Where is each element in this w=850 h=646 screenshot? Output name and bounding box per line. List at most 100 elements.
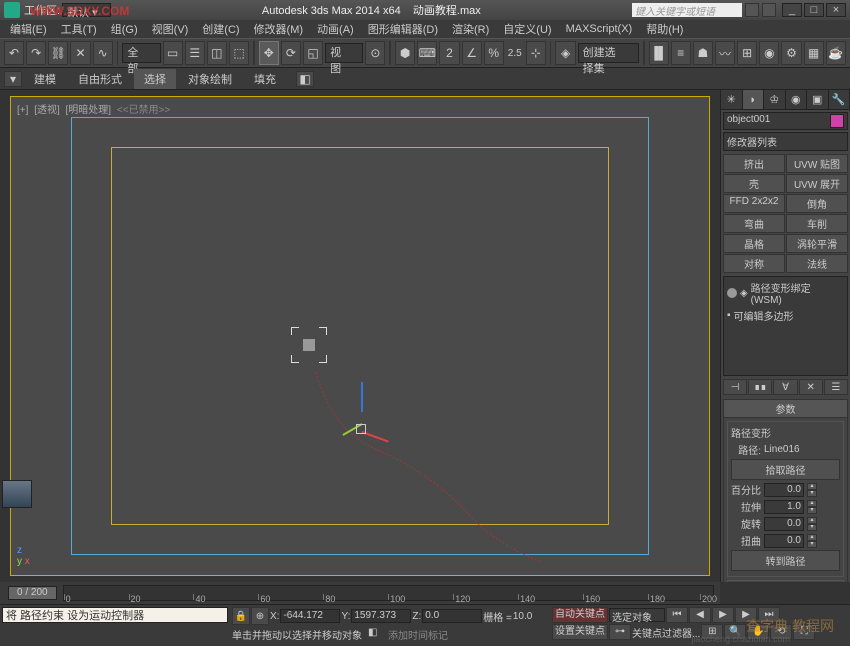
coord-x-input[interactable]: -644.172 bbox=[280, 609, 340, 623]
modifier-stack[interactable]: ◈ 路径变形绑定 (WSM) ▪ 可编辑多边形 bbox=[723, 276, 848, 376]
menu-help[interactable]: 帮助(H) bbox=[640, 20, 689, 38]
material-swatch-icon[interactable] bbox=[2, 480, 32, 508]
twist-spinner[interactable]: 0.0 bbox=[764, 534, 804, 548]
close-button[interactable]: × bbox=[826, 3, 846, 17]
help-search-input[interactable]: 键入关键字或短语 bbox=[632, 3, 742, 17]
select-region-button[interactable]: ◫ bbox=[207, 41, 227, 65]
select-move-button[interactable]: ✥ bbox=[259, 41, 279, 65]
named-selection-dropdown[interactable]: 创建选择集 bbox=[578, 43, 639, 63]
snap-toggle-button[interactable]: ⊹ bbox=[526, 41, 546, 65]
nav-orbit-icon[interactable]: ⟲ bbox=[770, 624, 792, 640]
schematic-view-button[interactable]: ⊞ bbox=[737, 41, 757, 65]
autokey-button[interactable]: 自动关键点 bbox=[552, 607, 608, 623]
select-object-button[interactable]: ▭ bbox=[163, 41, 183, 65]
mod-uvwmap-button[interactable]: UVW 贴图 bbox=[786, 154, 848, 173]
mod-unwrap-button[interactable]: UVW 展开 bbox=[786, 174, 848, 193]
nav-max-icon[interactable]: ⛶ bbox=[793, 624, 815, 640]
window-crossing-button[interactable]: ⬚ bbox=[229, 41, 249, 65]
percent-snap-button[interactable]: % bbox=[484, 41, 504, 65]
select-by-name-button[interactable]: ☰ bbox=[185, 41, 205, 65]
tab-utilities-icon[interactable]: 🔧 bbox=[829, 90, 850, 109]
pin-stack-icon[interactable]: ⊣ bbox=[723, 379, 747, 395]
menu-views[interactable]: 视图(V) bbox=[146, 20, 195, 38]
rollout-header[interactable]: 参数 bbox=[723, 399, 848, 418]
viewport-perspective[interactable]: [+] [透视] [明暗处理] <<已禁用>> zy x bbox=[10, 96, 710, 576]
tab-motion-icon[interactable]: ◉ bbox=[786, 90, 808, 109]
spinner-down-icon[interactable]: ▾ bbox=[807, 490, 817, 497]
mirror-button[interactable]: ▐▌ bbox=[649, 41, 669, 65]
unique-icon[interactable]: ∀ bbox=[773, 379, 797, 395]
star-icon[interactable] bbox=[762, 3, 776, 17]
goto-start-icon[interactable]: ⏮ bbox=[666, 607, 688, 623]
isolate-icon[interactable]: ◧ bbox=[368, 627, 382, 641]
mod-extrude-button[interactable]: 挤出 bbox=[723, 154, 785, 173]
menu-modifiers[interactable]: 修改器(M) bbox=[248, 20, 310, 38]
next-frame-icon[interactable]: ▶ bbox=[735, 607, 757, 623]
use-pivot-button[interactable]: ⊙ bbox=[365, 41, 385, 65]
tab-modify-icon[interactable]: ◗ bbox=[743, 90, 765, 109]
stack-item-editpoly[interactable]: ▪ 可编辑多边形 bbox=[726, 307, 845, 324]
menu-tools[interactable]: 工具(T) bbox=[55, 20, 103, 38]
ribbon-config-icon[interactable]: ◧ bbox=[296, 71, 314, 87]
menu-graph[interactable]: 图形编辑器(D) bbox=[362, 20, 444, 38]
tab-create-icon[interactable]: ✳ bbox=[721, 90, 743, 109]
select-rotate-button[interactable]: ⟳ bbox=[281, 41, 301, 65]
coord-y-input[interactable]: 1597.373 bbox=[351, 609, 411, 623]
object-color-swatch[interactable] bbox=[830, 114, 844, 128]
time-ruler[interactable]: 0 20 40 60 80 100 120 140 160 180 200 bbox=[63, 585, 714, 601]
mod-turbosmooth-button[interactable]: 涡轮平滑 bbox=[786, 234, 848, 253]
maximize-button[interactable]: □ bbox=[804, 3, 824, 17]
setkey-button[interactable]: 设置关键点 bbox=[552, 624, 608, 640]
vp-shading[interactable]: [明暗处理] bbox=[66, 105, 112, 116]
rotate-spinner[interactable]: 0.0 bbox=[764, 517, 804, 531]
viewport-label[interactable]: [+] [透视] [明暗处理] <<已禁用>> bbox=[17, 101, 173, 116]
spinner-down-icon[interactable]: ▾ bbox=[807, 524, 817, 531]
named-selection-button[interactable]: ◈ bbox=[555, 41, 575, 65]
spinner-up-icon[interactable]: ▴ bbox=[807, 500, 817, 507]
vp-view-name[interactable]: [透视] bbox=[34, 105, 60, 116]
ribbon-tab-populate[interactable]: 填充 bbox=[244, 69, 286, 89]
bind-spacewarp-button[interactable]: ∿ bbox=[93, 41, 113, 65]
modifier-list-dropdown[interactable]: 修改器列表 bbox=[723, 132, 848, 151]
camera-icon[interactable] bbox=[291, 327, 327, 363]
render-button[interactable]: ☕ bbox=[826, 41, 846, 65]
mod-bevel-button[interactable]: 倒角 bbox=[786, 194, 848, 213]
mod-shell-button[interactable]: 壳 bbox=[723, 174, 785, 193]
select-scale-button[interactable]: ◱ bbox=[303, 41, 323, 65]
spinner-down-icon[interactable]: ▾ bbox=[807, 507, 817, 514]
mod-lattice-button[interactable]: 晶格 bbox=[723, 234, 785, 253]
redo-button[interactable]: ↷ bbox=[26, 41, 46, 65]
remove-mod-icon[interactable]: ✕ bbox=[799, 379, 823, 395]
add-time-tag-button[interactable]: 添加时间标记 bbox=[388, 627, 448, 642]
time-slider[interactable]: 0 / 200 bbox=[8, 586, 57, 600]
goto-end-icon[interactable]: ⏭ bbox=[758, 607, 780, 623]
menu-maxscript[interactable]: MAXScript(X) bbox=[560, 22, 639, 36]
ribbon-tab-selection[interactable]: 选择 bbox=[134, 69, 176, 89]
bulb-icon[interactable] bbox=[727, 288, 737, 298]
ribbon-min-icon[interactable]: ▾ bbox=[4, 71, 22, 87]
stack-item-pathdeform[interactable]: ◈ 路径变形绑定 (WSM) bbox=[726, 279, 845, 307]
mod-bend-button[interactable]: 弯曲 bbox=[723, 214, 785, 233]
render-frame-button[interactable]: ▦ bbox=[804, 41, 824, 65]
link-button[interactable]: ⛓ bbox=[48, 41, 68, 65]
help-icon[interactable] bbox=[745, 3, 759, 17]
ribbon-tab-freeform[interactable]: 自由形式 bbox=[68, 69, 132, 89]
coord-z-input[interactable]: 0.0 bbox=[422, 609, 482, 623]
show-end-icon[interactable]: ∎∎ bbox=[748, 379, 772, 395]
keyboard-shortcut-button[interactable]: ⌨ bbox=[417, 41, 437, 65]
mod-ffd-button[interactable]: FFD 2x2x2 bbox=[723, 194, 785, 213]
spinner-up-icon[interactable]: ▴ bbox=[807, 483, 817, 490]
menu-render[interactable]: 渲染(R) bbox=[446, 20, 495, 38]
key-mode-dropdown[interactable]: 选定对象 bbox=[609, 608, 665, 622]
align-button[interactable]: ≡ bbox=[671, 41, 691, 65]
path-spline[interactable] bbox=[291, 367, 551, 567]
app-logo-icon[interactable] bbox=[4, 2, 20, 18]
curve-editor-button[interactable]: 〰 bbox=[715, 41, 735, 65]
menu-animation[interactable]: 动画(A) bbox=[311, 20, 360, 38]
material-editor-button[interactable]: ◉ bbox=[759, 41, 779, 65]
absolute-mode-icon[interactable]: ⊕ bbox=[251, 607, 269, 625]
snap-2d-button[interactable]: 2 bbox=[439, 41, 459, 65]
play-icon[interactable]: ▶ bbox=[712, 607, 734, 623]
menu-create[interactable]: 创建(C) bbox=[196, 20, 245, 38]
move-to-path-button[interactable]: 转到路径 bbox=[731, 550, 840, 571]
